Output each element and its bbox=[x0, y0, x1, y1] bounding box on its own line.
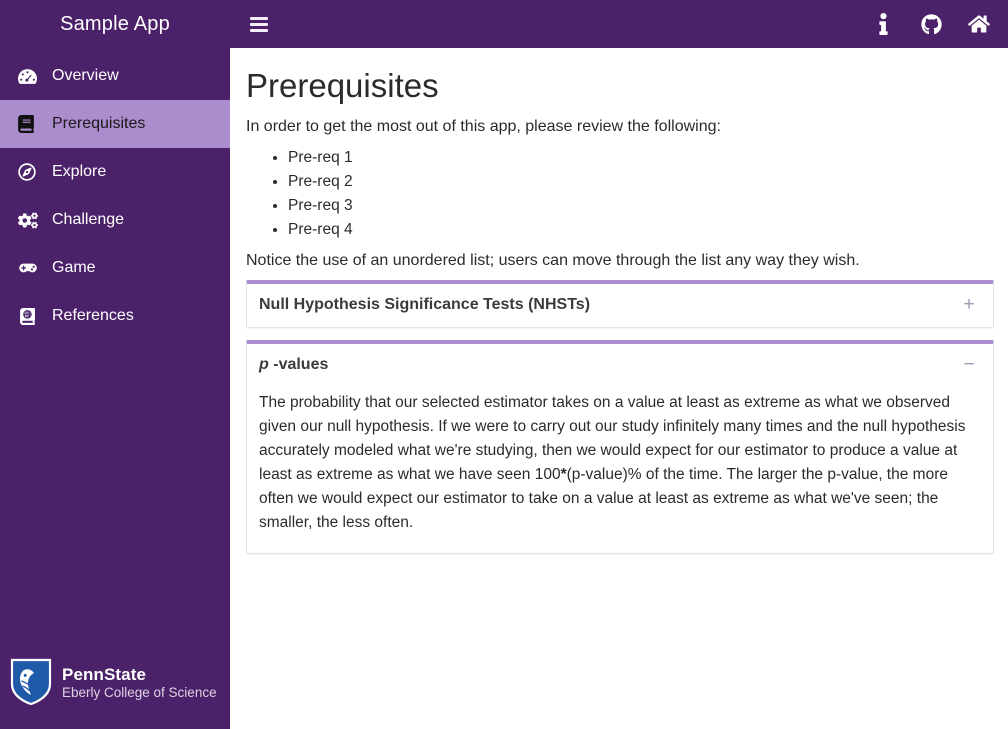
sidebar: Sample App Overview Prerequisites Explor… bbox=[0, 0, 230, 729]
accordion-title: Null Hypothesis Significance Tests (NHST… bbox=[259, 295, 591, 313]
accordion-header-nhst[interactable]: Null Hypothesis Significance Tests (NHST… bbox=[247, 284, 993, 327]
gamepad-icon bbox=[18, 261, 44, 275]
list-item: Pre-req 3 bbox=[288, 194, 994, 218]
sidebar-item-label: Game bbox=[52, 259, 96, 276]
topbar bbox=[230, 0, 1008, 48]
plus-icon[interactable]: + bbox=[961, 295, 977, 314]
sidebar-item-label: References bbox=[52, 307, 134, 324]
list-item: Pre-req 4 bbox=[288, 218, 994, 242]
accordion: Null Hypothesis Significance Tests (NHST… bbox=[246, 279, 994, 554]
minus-icon[interactable]: − bbox=[961, 355, 977, 374]
book-icon bbox=[18, 115, 44, 133]
sidebar-item-label: Challenge bbox=[52, 211, 125, 228]
penn-state-shield-icon bbox=[10, 656, 52, 711]
penn-state-subtitle: Eberly College of Science bbox=[62, 685, 217, 701]
page-content: Prerequisites In order to get the most o… bbox=[230, 48, 1008, 729]
main-area: Prerequisites In order to get the most o… bbox=[230, 0, 1008, 729]
sidebar-item-challenge[interactable]: Challenge bbox=[0, 196, 230, 244]
tachometer-icon bbox=[18, 67, 44, 86]
intro-text: In order to get the most out of this app… bbox=[246, 117, 721, 135]
cogs-icon bbox=[18, 211, 44, 229]
sidebar-item-label: Prerequisites bbox=[52, 115, 146, 132]
list-item: Pre-req 1 bbox=[288, 146, 994, 170]
penn-state-logo: PennState Eberly College of Science bbox=[10, 656, 217, 711]
hamburger-menu-icon[interactable] bbox=[250, 16, 268, 32]
accordion-body-p-values: The probability that our selected estima… bbox=[247, 387, 993, 553]
sidebar-nav: Overview Prerequisites Explore Challenge… bbox=[0, 52, 230, 340]
info-icon[interactable] bbox=[872, 13, 894, 35]
accordion-header-p-values[interactable]: p -values − bbox=[247, 344, 993, 387]
sidebar-item-label: Explore bbox=[52, 163, 107, 180]
github-icon[interactable] bbox=[920, 13, 942, 35]
topbar-icon-group bbox=[872, 13, 990, 35]
sidebar-item-references[interactable]: References bbox=[0, 292, 230, 340]
accordion-title-italic-p: p bbox=[259, 355, 269, 373]
sidebar-item-overview[interactable]: Overview bbox=[0, 52, 230, 100]
atlas-icon bbox=[18, 307, 44, 325]
accordion-title: p -values bbox=[259, 356, 961, 374]
prerequisites-list: Pre-req 1 Pre-req 2 Pre-req 3 Pre-req 4 bbox=[246, 146, 994, 242]
sidebar-item-game[interactable]: Game bbox=[0, 244, 230, 292]
page-title: Prerequisites bbox=[246, 67, 439, 104]
accordion-panel-nhst: Null Hypothesis Significance Tests (NHST… bbox=[246, 279, 994, 328]
list-item: Pre-req 2 bbox=[288, 170, 994, 194]
sidebar-item-label: Overview bbox=[52, 67, 119, 84]
sidebar-item-prerequisites[interactable]: Prerequisites bbox=[0, 100, 230, 148]
penn-state-name: PennState bbox=[62, 665, 147, 685]
accordion-title-rest: -values bbox=[273, 355, 329, 373]
accordion-panel-p-values: p -values − The probability that our sel… bbox=[246, 339, 994, 554]
sidebar-item-explore[interactable]: Explore bbox=[0, 148, 230, 196]
note-text: Notice the use of an unordered list; use… bbox=[246, 251, 860, 269]
app-root: Sample App Overview Prerequisites Explor… bbox=[0, 0, 1008, 729]
compass-icon bbox=[18, 163, 44, 181]
home-icon[interactable] bbox=[968, 13, 990, 35]
app-brand-title: Sample App bbox=[60, 12, 170, 35]
